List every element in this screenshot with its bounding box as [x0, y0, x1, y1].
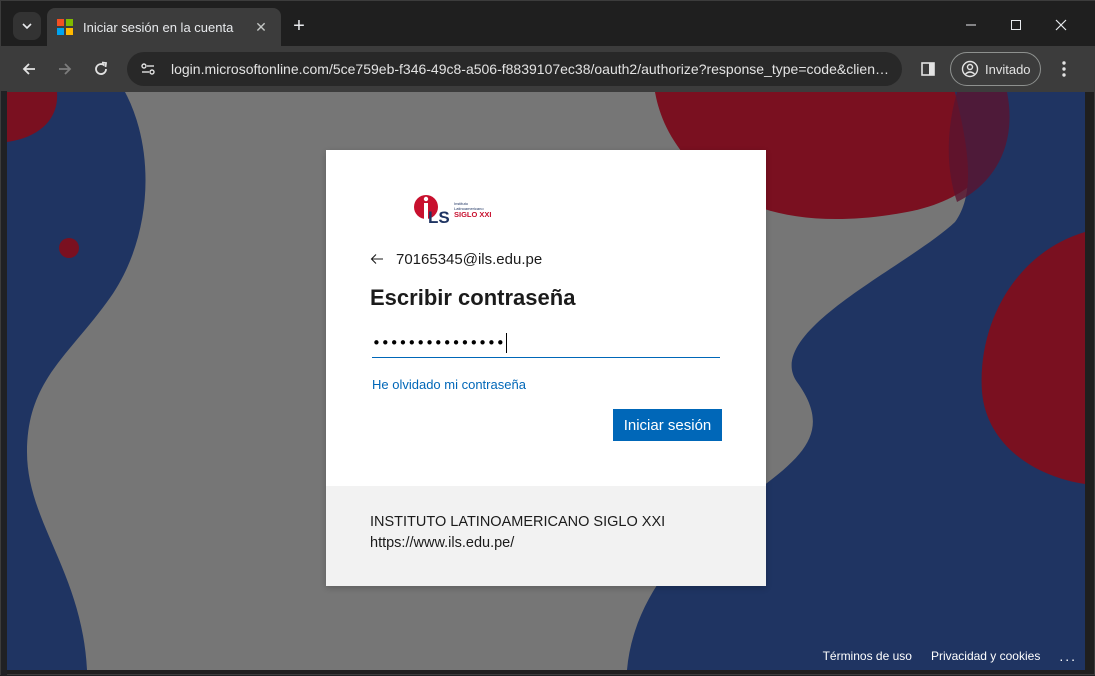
profile-label: Invitado: [985, 61, 1031, 77]
browser-toolbar: login.microsoftonline.com/5ce759eb-f346-…: [1, 46, 1095, 92]
microsoft-logo-icon: [57, 19, 73, 35]
text-caret: [505, 332, 507, 353]
page-viewport: LS Instituto Latinoamericano SIGLO XXI 7…: [7, 92, 1085, 670]
svg-text:SIGLO XXI: SIGLO XXI: [454, 210, 492, 219]
organization-name: INSTITUTO LATINOAMERICANO SIGLO XXI: [370, 514, 666, 530]
maximize-button[interactable]: [996, 11, 1036, 39]
reload-icon: [95, 61, 108, 75]
maximize-icon: [1011, 20, 1021, 30]
url-text: login.microsoftonline.com/5ce759eb-f346-…: [171, 61, 889, 77]
identity-email: 70165345@ils.edu.pe: [396, 250, 543, 268]
page-footer: Términos de uso Privacidad y cookies ...: [823, 648, 1077, 664]
back-button[interactable]: [14, 54, 44, 84]
terms-link[interactable]: Términos de uso: [823, 649, 912, 663]
arrow-left-icon: [22, 63, 35, 75]
forgot-password-link[interactable]: He olvidado mi contraseña: [372, 377, 526, 392]
site-settings-icon[interactable]: [137, 58, 159, 80]
tab-search-button[interactable]: [13, 12, 41, 40]
tab-title: Iniciar sesión en la cuenta: [83, 19, 234, 35]
tab-strip: Iniciar sesión en la cuenta ✕ +: [1, 1, 1095, 49]
reload-button[interactable]: [86, 54, 116, 84]
privacy-link[interactable]: Privacidad y cookies: [931, 649, 1040, 663]
organization-url: https://www.ils.edu.pe/: [370, 535, 515, 551]
address-bar[interactable]: login.microsoftonline.com/5ce759eb-f346-…: [127, 52, 902, 86]
svg-text:LS: LS: [428, 208, 450, 227]
sign-in-button[interactable]: Iniciar sesión: [613, 409, 722, 441]
close-window-button[interactable]: [1041, 11, 1081, 39]
password-value: •••••••••••••••: [372, 333, 505, 352]
page-title: Escribir contraseña: [370, 285, 576, 310]
identity-row: 70165345@ils.edu.pe: [370, 249, 542, 269]
tab-active[interactable]: Iniciar sesión en la cuenta ✕: [47, 8, 281, 46]
user-icon: [961, 60, 979, 78]
profile-button[interactable]: Invitado: [950, 52, 1041, 86]
organization-info: INSTITUTO LATINOAMERICANO SIGLO XXI http…: [326, 486, 766, 586]
password-input[interactable]: •••••••••••••••: [372, 328, 720, 358]
minimize-icon: [966, 24, 976, 26]
login-card-main: LS Instituto Latinoamericano SIGLO XXI 7…: [326, 150, 766, 486]
back-arrow-icon[interactable]: [370, 249, 392, 269]
more-vertical-icon: [1062, 61, 1066, 77]
close-icon[interactable]: ✕: [251, 17, 271, 37]
ils-logo: LS Instituto Latinoamericano SIGLO XXI: [414, 195, 492, 227]
chevron-down-icon: [22, 23, 32, 30]
forward-button[interactable]: [50, 54, 80, 84]
arrow-right-icon: [59, 63, 72, 75]
browser-window: Iniciar sesión en la cuenta ✕ + login.mi…: [0, 0, 1095, 676]
browser-menu-button[interactable]: [1051, 56, 1077, 82]
minimize-button[interactable]: [951, 11, 991, 39]
side-panel-button[interactable]: [915, 56, 941, 82]
login-card: LS Instituto Latinoamericano SIGLO XXI 7…: [326, 150, 766, 586]
new-tab-button[interactable]: +: [287, 14, 311, 38]
close-icon: [1055, 19, 1067, 31]
more-options-button[interactable]: ...: [1059, 648, 1077, 664]
side-panel-icon: [921, 62, 935, 76]
